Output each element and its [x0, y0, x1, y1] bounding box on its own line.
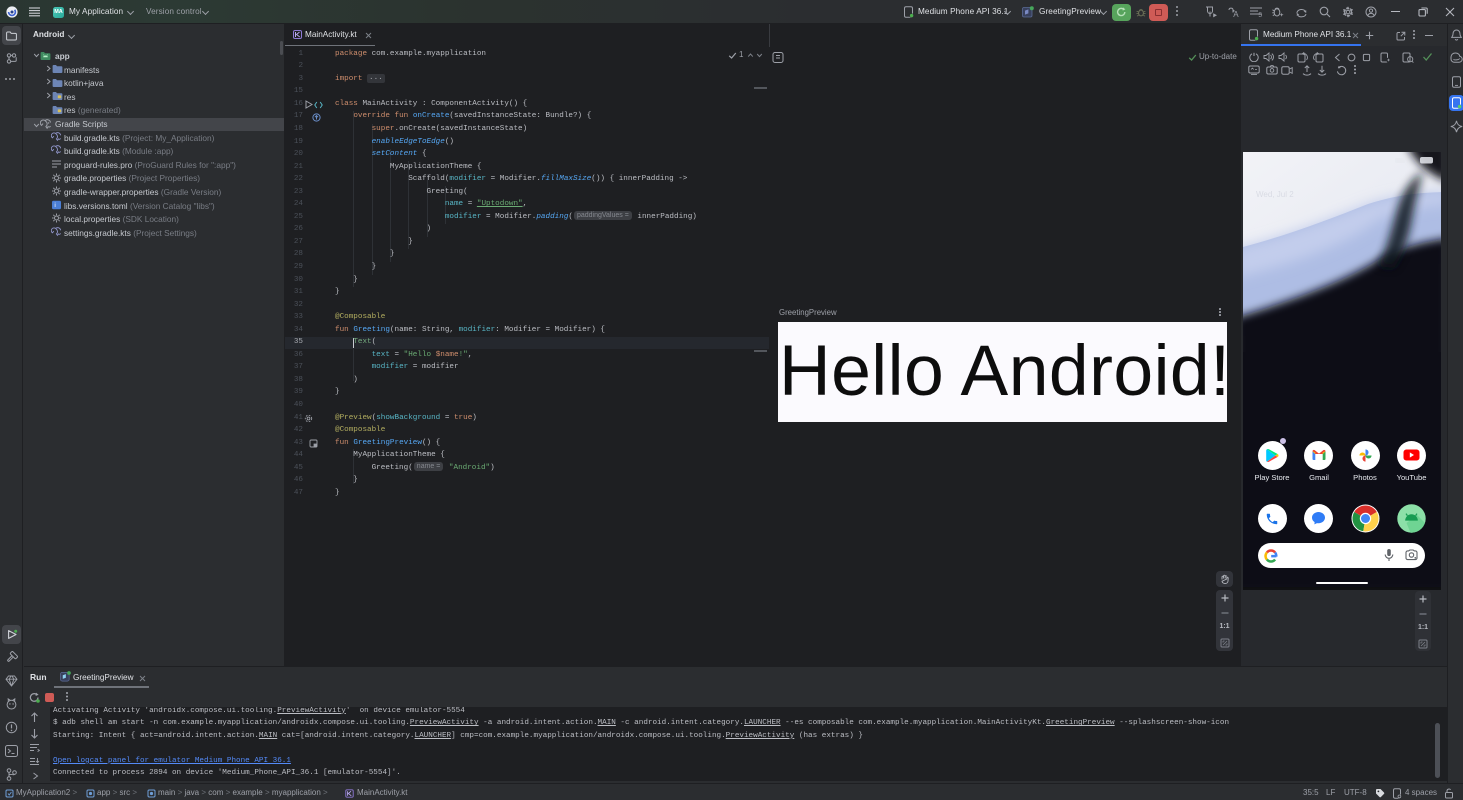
- svg-text:5: 5: [1258, 12, 1262, 17]
- svg-text:i: i: [54, 202, 55, 209]
- svg-text:Wed, Jul 2: Wed, Jul 2: [1256, 190, 1294, 199]
- svg-text:A: A: [1233, 10, 1239, 18]
